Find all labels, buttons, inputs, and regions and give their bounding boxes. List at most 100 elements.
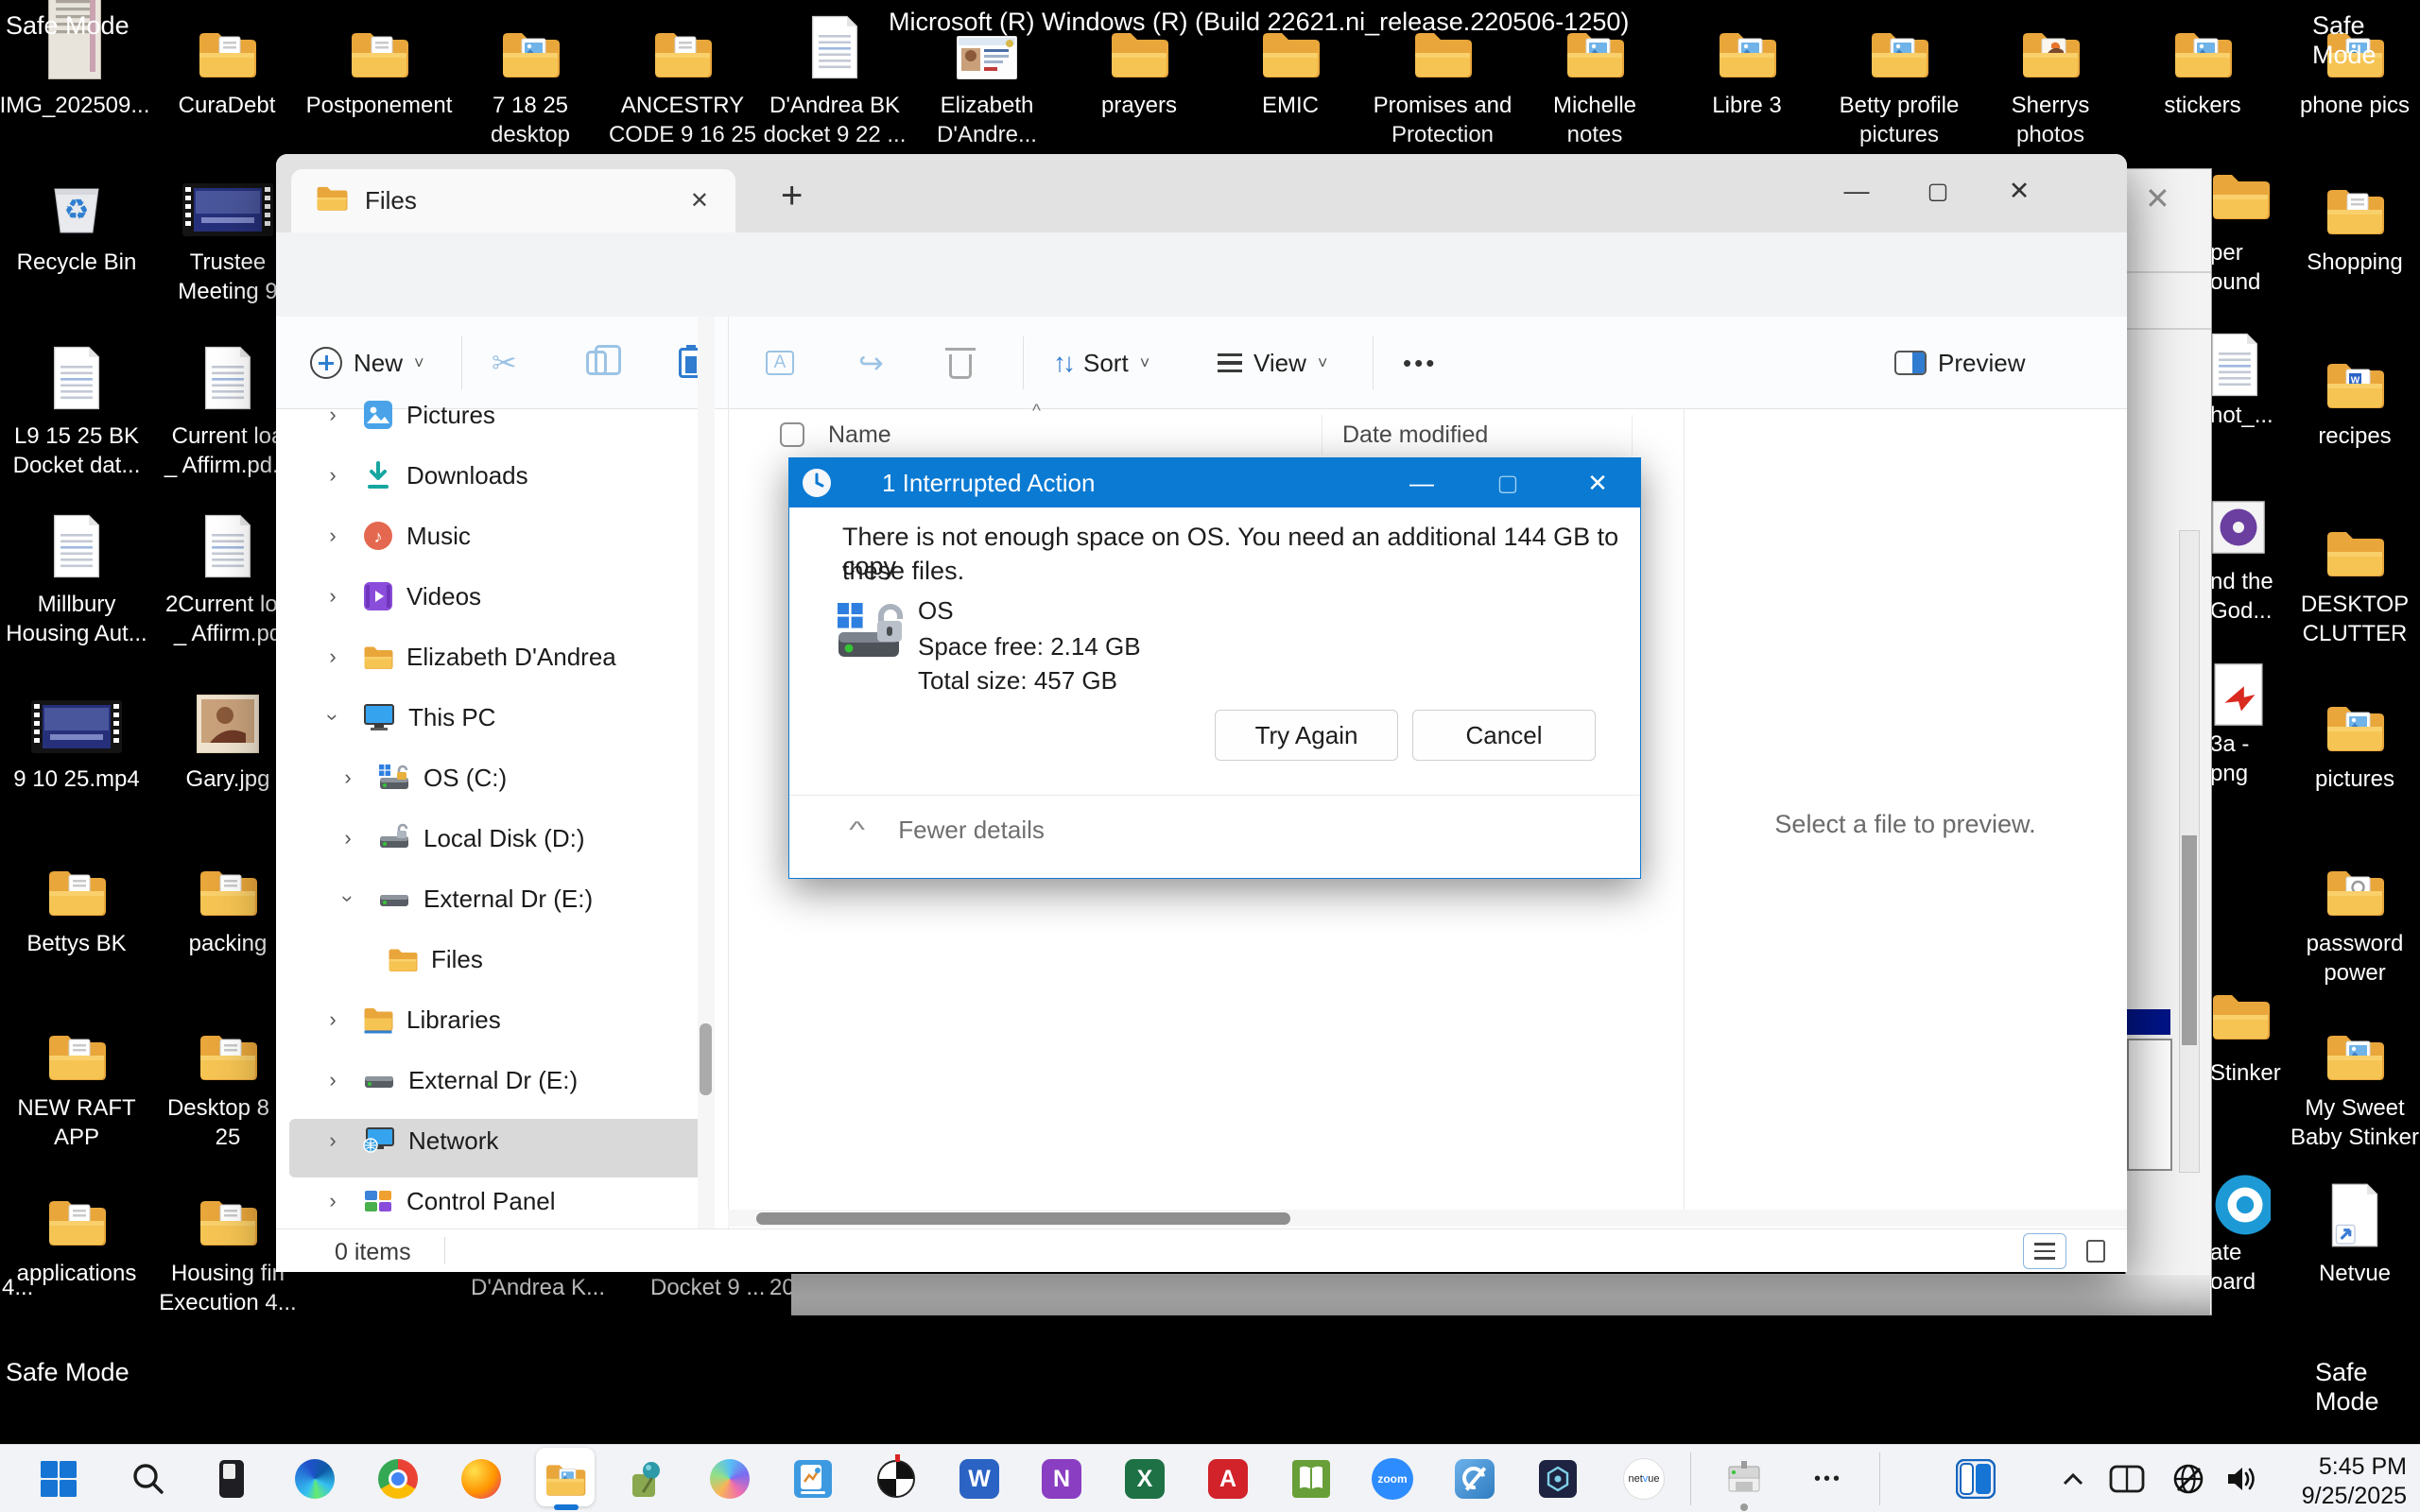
chevron-right-icon[interactable]: › bbox=[323, 1068, 342, 1092]
chevron-down-icon[interactable]: › bbox=[320, 708, 345, 727]
taskbar-chrome-icon[interactable] bbox=[377, 1458, 419, 1500]
taskbar-netvue-icon[interactable]: netvue bbox=[1623, 1458, 1665, 1500]
chevron-right-icon[interactable]: › bbox=[323, 403, 342, 427]
sidebar-item-os-c-[interactable]: ›OS (C:) bbox=[276, 750, 711, 805]
desktop-icon-l9-15-25-bk[interactable]: L9 15 25 BK Docket dat... bbox=[0, 344, 153, 480]
taskbar-overflow-icon[interactable]: ••• bbox=[1807, 1458, 1849, 1500]
desktop-icon-libre-3[interactable]: Libre 3 bbox=[1670, 13, 1824, 120]
sidebar-splitter[interactable] bbox=[728, 317, 729, 1228]
desktop-icon-partial[interactable]: hot_... bbox=[2210, 333, 2273, 430]
sidebar-item-this-pc[interactable]: ›This PC bbox=[276, 690, 711, 745]
desktop-icon-recipes[interactable]: Wrecipes bbox=[2278, 344, 2420, 451]
details-view-toggle[interactable] bbox=[2023, 1233, 2066, 1269]
sidebar-scrollbar-thumb[interactable] bbox=[700, 1023, 712, 1095]
sidebar-item-videos[interactable]: ›Videos bbox=[276, 569, 711, 624]
desktop-icon-ancestry[interactable]: ANCESTRY CODE 9 16 25 bbox=[606, 13, 759, 149]
desktop-icon-7-18-25[interactable]: 7 18 25 desktop bbox=[454, 13, 607, 149]
background-window-scrollbar-thumb[interactable] bbox=[2182, 835, 2197, 1045]
sidebar-item-external-dr-e-[interactable]: ›External Dr (E:) bbox=[276, 871, 711, 926]
taskbar-copilot-icon[interactable] bbox=[709, 1458, 751, 1500]
desktop-icon-netvue[interactable]: Netvue bbox=[2278, 1181, 2420, 1288]
desktop-icon-partial[interactable]: nd the God... bbox=[2210, 499, 2273, 626]
taskbar-firefox-icon[interactable] bbox=[460, 1458, 502, 1500]
background-window-strip[interactable]: ✕ bbox=[2125, 168, 2212, 1315]
delete-button[interactable] bbox=[949, 317, 972, 409]
sidebar-item-local-disk-d-[interactable]: ›Local Disk (D:) bbox=[276, 811, 711, 866]
desktop-icon-pictures[interactable]: pictures bbox=[2278, 687, 2420, 794]
select-all-checkbox[interactable] bbox=[780, 422, 804, 447]
taskbar-clock[interactable]: 5:45 PM 9/25/2025 bbox=[2302, 1452, 2407, 1511]
chevron-right-icon[interactable]: › bbox=[338, 765, 357, 790]
chevron-right-icon[interactable]: › bbox=[338, 826, 357, 850]
chevron-down-icon[interactable]: › bbox=[336, 889, 360, 908]
taskbar-pushpin-app-icon[interactable] bbox=[627, 1458, 668, 1500]
taskbar-touch-keyboard-icon[interactable] bbox=[2106, 1458, 2148, 1500]
rename-button[interactable]: A bbox=[766, 317, 794, 409]
window-minimize-button[interactable]: — bbox=[1826, 163, 1887, 218]
chevron-right-icon[interactable]: › bbox=[323, 1128, 342, 1153]
desktop-icon-stickers[interactable]: stickers bbox=[2126, 13, 2279, 120]
taskbar-tray-chevron-icon[interactable] bbox=[2052, 1458, 2094, 1500]
view-button[interactable]: View ˅ bbox=[1218, 317, 1327, 409]
taskbar-printer-icon[interactable] bbox=[1723, 1458, 1765, 1500]
taskbar-pinwheel-app-icon[interactable] bbox=[875, 1458, 917, 1500]
taskbar-start-icon[interactable] bbox=[38, 1458, 79, 1500]
dialog-maximize-button[interactable]: ▢ bbox=[1475, 458, 1541, 507]
desktop-icon-applications[interactable]: applications bbox=[0, 1181, 153, 1288]
desktop-icon-partial[interactable]: ate oard bbox=[2210, 1170, 2271, 1297]
preview-toggle-button[interactable]: Preview bbox=[1894, 317, 2025, 409]
desktop-icon-new-raft[interactable]: NEW RAFT APP bbox=[0, 1016, 153, 1152]
sidebar-item-downloads[interactable]: ›Downloads bbox=[276, 448, 711, 503]
desktop-icon-my-sweet[interactable]: My Sweet Baby Stinker bbox=[2278, 1016, 2420, 1152]
column-name[interactable]: Name bbox=[828, 421, 891, 449]
taskbar-zoom-icon[interactable]: zoom bbox=[1372, 1458, 1413, 1500]
sidebar-item-external-dr-e-[interactable]: ›External Dr (E:) bbox=[276, 1053, 711, 1108]
new-tab-button[interactable]: + bbox=[781, 175, 803, 217]
sidebar-item-files[interactable]: Files bbox=[276, 932, 711, 987]
sidebar-item-music[interactable]: ›♪Music bbox=[276, 508, 711, 563]
try-again-button[interactable]: Try Again bbox=[1215, 710, 1398, 761]
taskbar-onenote-icon[interactable]: N bbox=[1041, 1458, 1082, 1500]
taskbar-acrobat-icon[interactable]: A bbox=[1207, 1458, 1249, 1500]
window-close-button[interactable]: ✕ bbox=[1989, 163, 2049, 218]
desktop-icon-9-10-25-mp4[interactable]: 9 10 25.mp4 bbox=[0, 687, 153, 794]
taskbar-settings-app-icon[interactable] bbox=[792, 1458, 834, 1500]
taskbar-library-app-icon[interactable] bbox=[1290, 1458, 1332, 1500]
share-button[interactable]: ↪ bbox=[858, 317, 884, 409]
chevron-right-icon[interactable]: › bbox=[323, 1189, 342, 1213]
desktop-icon-desktop[interactable]: DESKTOP CLUTTER bbox=[2278, 512, 2420, 648]
cancel-button[interactable]: Cancel bbox=[1412, 710, 1596, 761]
taskbar-writer-app-icon[interactable] bbox=[1454, 1458, 1495, 1500]
desktop-icon-partial[interactable]: 3a - png bbox=[2210, 662, 2271, 788]
tab-close-icon[interactable]: ✕ bbox=[690, 187, 709, 215]
desktop-icon-partial[interactable]: Stinker bbox=[2210, 990, 2281, 1088]
desktop-icon-recycle-bin[interactable]: ♻Recycle Bin bbox=[0, 170, 153, 277]
taskbar-search-icon[interactable] bbox=[128, 1458, 169, 1500]
column-date-modified[interactable]: Date modified bbox=[1342, 421, 1488, 449]
desktop-icon-postponement[interactable]: Postponement bbox=[302, 13, 456, 120]
taskbar-word-icon[interactable]: W bbox=[959, 1458, 1000, 1500]
desktop-icon-betty-profile[interactable]: Betty profile pictures bbox=[1823, 13, 1976, 149]
taskbar-phone-link-icon[interactable] bbox=[211, 1458, 252, 1500]
large-thumbnails-view-toggle[interactable] bbox=[2074, 1233, 2118, 1269]
sidebar-item-libraries[interactable]: ›Libraries bbox=[276, 992, 711, 1047]
desktop-icon-bettys-bk[interactable]: Bettys BK bbox=[0, 851, 153, 958]
sidebar-item-control-panel[interactable]: ›Control Panel bbox=[276, 1174, 711, 1228]
taskbar-edge-icon[interactable] bbox=[294, 1458, 336, 1500]
desktop-icon-partial[interactable]: per ound bbox=[2210, 170, 2271, 297]
sidebar-item-network[interactable]: ›Network bbox=[276, 1113, 711, 1168]
window-maximize-button[interactable]: ▢ bbox=[1908, 163, 1968, 218]
chevron-right-icon[interactable]: › bbox=[323, 1007, 342, 1032]
desktop-icon-shopping[interactable]: Shopping bbox=[2278, 170, 2420, 277]
taskbar-volume-icon[interactable] bbox=[2221, 1458, 2263, 1500]
fewer-details-toggle[interactable]: ^ Fewer details bbox=[852, 816, 1045, 845]
dialog-minimize-button[interactable]: — bbox=[1389, 458, 1455, 507]
desktop-icon-sherrys[interactable]: Sherrys photos bbox=[1974, 13, 2127, 149]
taskbar-widgets-icon[interactable] bbox=[1955, 1458, 1996, 1500]
horizontal-scrollbar-thumb[interactable] bbox=[756, 1212, 1290, 1225]
desktop-icon-millbury[interactable]: Millbury Housing Aut... bbox=[0, 512, 153, 648]
tab-files[interactable]: Files ✕ bbox=[291, 169, 735, 232]
chevron-right-icon[interactable]: › bbox=[323, 524, 342, 548]
sort-button[interactable]: ↑↓ Sort ˅ bbox=[1053, 317, 1150, 409]
chevron-right-icon[interactable]: › bbox=[323, 463, 342, 488]
